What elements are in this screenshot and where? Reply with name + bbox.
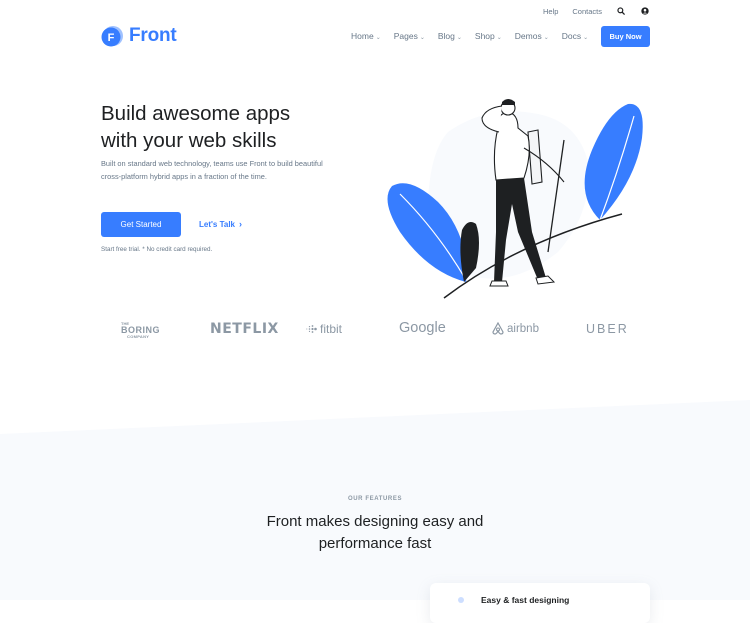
feature-card[interactable]: Easy & fast designing <box>430 583 650 623</box>
features-title-line: Front makes designing easy and <box>266 513 484 530</box>
fitbit-logo-text: fitbit <box>320 322 343 336</box>
boring-company-logo: THE BORING COMPANY <box>121 322 160 339</box>
nav-item-label: Shop <box>474 31 495 41</box>
leaf-right-shape <box>584 103 643 220</box>
feature-card-label: Easy & fast designing <box>481 595 570 605</box>
contacts-link[interactable]: Contacts <box>572 7 602 16</box>
nav-item-docs[interactable]: Docs ⌄ <box>562 31 588 41</box>
chevron-down-icon: ⌄ <box>456 34 462 41</box>
nav-item-label: Demos <box>514 31 542 41</box>
airbnb-logo: airbnb <box>492 322 539 335</box>
chevron-down-icon: ⌄ <box>419 34 425 41</box>
features-title-line: performance fast <box>318 534 432 552</box>
feature-card-icon <box>458 597 464 603</box>
nav-item-pages[interactable]: Pages ⌄ <box>394 31 425 41</box>
netflix-logo: NETFLIX <box>210 321 279 337</box>
lets-talk-link[interactable]: Let's Talk › <box>199 219 242 229</box>
logo-mark-letter: F <box>108 32 115 44</box>
nav-item-label: Docs <box>561 31 582 41</box>
airbnb-icon <box>492 322 504 335</box>
brand-logo[interactable]: F Front <box>101 25 177 47</box>
hero-title-line: with your web skills <box>101 129 277 152</box>
airbnb-logo-text: airbnb <box>507 322 539 335</box>
chevron-down-icon: ⌄ <box>496 34 502 41</box>
search-icon[interactable] <box>616 6 626 16</box>
hero-title: Build awesome apps with your web skills <box>101 100 361 154</box>
google-logo: Google <box>399 320 446 336</box>
hiker-illustration <box>387 99 643 299</box>
chevron-down-icon: ⌄ <box>375 34 381 41</box>
buy-now-button[interactable]: Buy Now <box>601 26 650 47</box>
logo-mark-icon: F <box>101 25 123 47</box>
hero-description: Built on standard web technology, teams … <box>101 159 323 181</box>
nav-item-demos[interactable]: Demos ⌄ <box>515 31 549 41</box>
features-eyebrow: OUR FEATURES <box>347 496 403 502</box>
hero-title-line: Build awesome apps <box>101 102 291 125</box>
help-link[interactable]: Help <box>543 7 558 16</box>
nav-item-label: Home <box>351 31 374 41</box>
chevron-right-icon: › <box>239 219 242 229</box>
nav-item-label: Blog <box>437 31 455 41</box>
uber-logo: UBER <box>586 322 629 336</box>
top-utility-bar: Help Contacts <box>543 6 650 16</box>
client-logos: THE BORING COMPANY NETFLIX fitbit Google… <box>0 318 750 344</box>
main-nav: Home ⌄ Pages ⌄ Blog ⌄ Shop ⌄ Demos ⌄ Docs ⌄ <box>351 31 601 41</box>
nav-item-home[interactable]: Home ⌄ <box>351 31 381 41</box>
trial-note: Start free trial. * No credit card requi… <box>101 246 213 253</box>
fitbit-logo: fitbit <box>305 322 342 336</box>
brand-name: Front <box>129 25 177 46</box>
get-started-button[interactable]: Get Started <box>101 212 181 237</box>
boring-logo-line: COMPANY <box>127 334 150 339</box>
nav-item-shop[interactable]: Shop ⌄ <box>475 31 502 41</box>
features-title: Front makes designing easy and performan… <box>0 511 750 554</box>
chevron-down-icon: ⌄ <box>583 34 589 41</box>
lets-talk-label: Let's Talk <box>199 219 235 229</box>
user-icon[interactable] <box>640 6 650 16</box>
nav-item-label: Pages <box>393 31 418 41</box>
chevron-down-icon: ⌄ <box>543 34 549 41</box>
nav-item-blog[interactable]: Blog ⌄ <box>438 31 462 41</box>
fitbit-dots-icon <box>306 325 317 333</box>
